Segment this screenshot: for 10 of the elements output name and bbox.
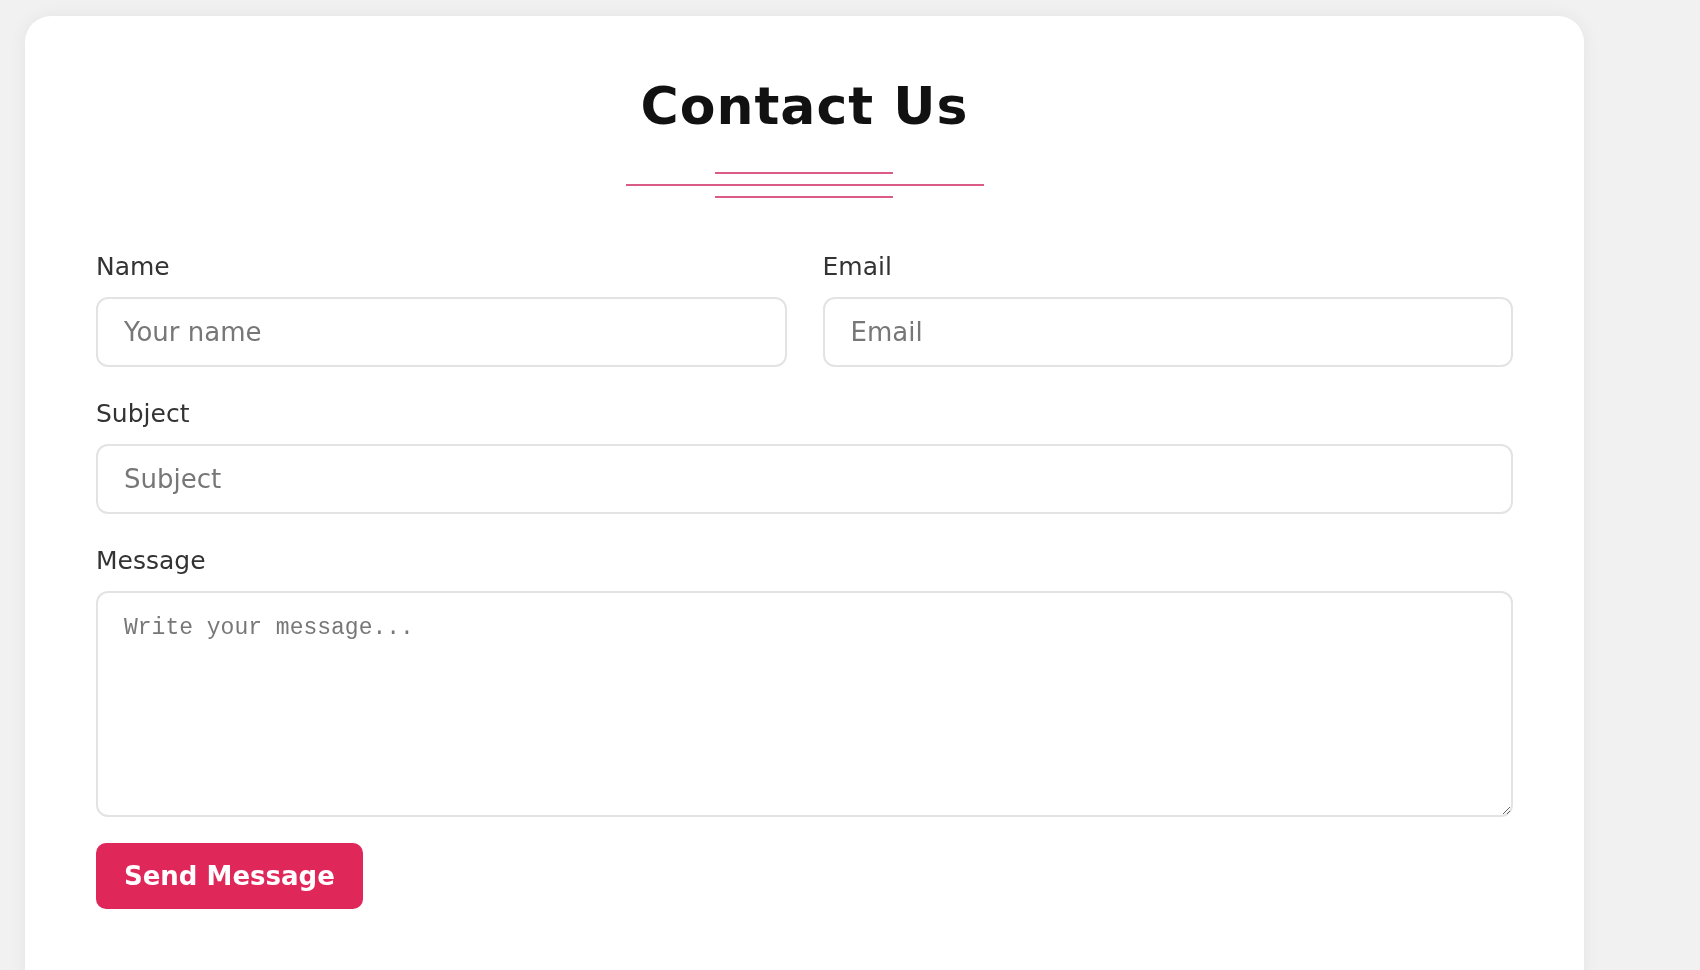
message-field[interactable]: Write your message... [96, 591, 1513, 817]
field-label: Subject [96, 399, 191, 428]
send-button[interactable]: Send Message [96, 843, 363, 909]
text-field[interactable]: Your name [96, 297, 787, 367]
field-label: Name [96, 252, 171, 281]
field-label: Email [822, 252, 893, 281]
text-field[interactable]: Email [822, 297, 1513, 367]
field-label: Message [96, 546, 207, 575]
text-field[interactable]: Subject [96, 444, 1513, 514]
page-title: Contact Us [639, 76, 970, 136]
